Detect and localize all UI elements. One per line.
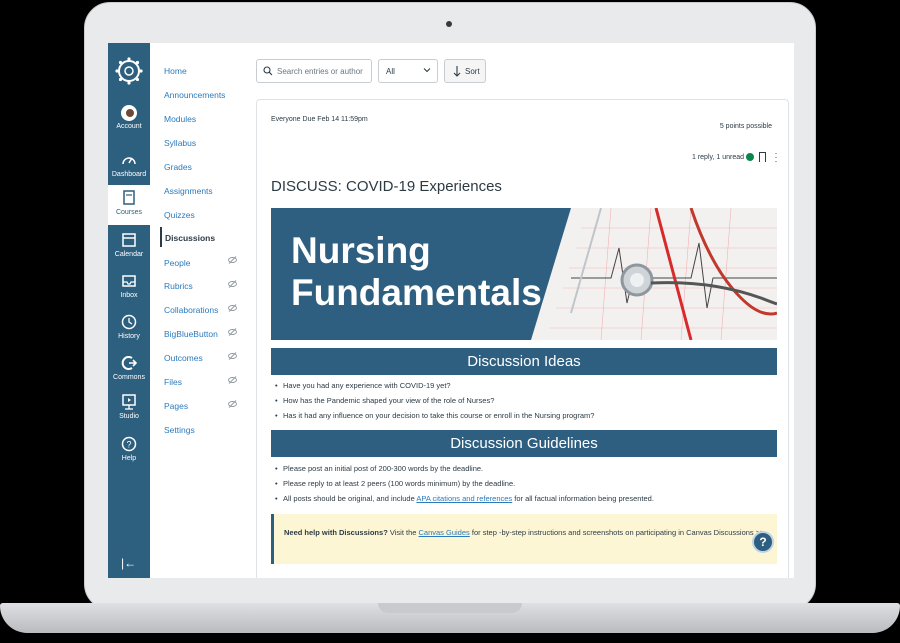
global-nav-dashboard[interactable]: Dashboard xyxy=(108,151,150,178)
avatar xyxy=(121,105,137,121)
hidden-eye-icon xyxy=(228,304,237,312)
discussion-title: DISCUSS: COVID-19 Experiences xyxy=(271,178,502,195)
hidden-eye-icon xyxy=(228,256,237,264)
collapse-nav-icon[interactable]: |← xyxy=(121,556,136,570)
post-meta: Everyone Due Feb 14 11:59pm xyxy=(271,116,368,123)
help-icon: ? xyxy=(121,436,137,452)
list-item: Has it had any influence on your decisio… xyxy=(271,411,594,426)
list-item: Have you had any experience with COVID-1… xyxy=(271,381,594,396)
chevron-down-icon xyxy=(423,68,431,73)
studio-icon xyxy=(122,394,136,410)
list-item: All posts should be original, and includ… xyxy=(271,494,654,509)
hidden-eye-icon xyxy=(228,328,237,336)
canvas-guides-link[interactable]: Canvas Guides xyxy=(419,528,470,537)
inbox-icon xyxy=(122,275,136,287)
global-nav-label: Calendar xyxy=(114,251,144,258)
help-callout: Need help with Discussions? Visit the Ca… xyxy=(271,514,777,564)
discussion-guidelines-list: Please post an initial post of 200-300 w… xyxy=(271,464,654,509)
course-nav-outcomes[interactable]: Outcomes xyxy=(164,353,203,363)
course-nav-modules[interactable]: Modules xyxy=(164,114,196,124)
courses-icon xyxy=(123,190,135,205)
global-nav-label: Account xyxy=(116,123,142,130)
search-icon xyxy=(263,66,273,76)
list-item: How has the Pandemic shaped your view of… xyxy=(271,396,594,411)
hidden-eye-icon xyxy=(228,400,237,408)
svg-text:?: ? xyxy=(126,440,131,450)
course-nav-settings[interactable]: Settings xyxy=(164,425,195,435)
global-nav-courses[interactable]: Courses xyxy=(108,185,150,225)
filter-select[interactable]: All xyxy=(378,59,438,83)
course-nav-quizzes[interactable]: Quizzes xyxy=(164,210,195,220)
global-nav-label: Dashboard xyxy=(111,171,147,178)
help-fab-button[interactable]: ? xyxy=(752,531,774,553)
points-possible: 5 points possible xyxy=(719,123,772,130)
global-nav-label: Studio xyxy=(119,413,139,420)
course-nav-collaborations[interactable]: Collaborations xyxy=(164,305,218,315)
sort-button[interactable]: Sort xyxy=(444,59,486,83)
help-callout-text: for step -by-step instructions and scree… xyxy=(469,528,765,537)
global-nav-account[interactable]: Account xyxy=(108,105,150,130)
course-banner-image: Nursing Fundamentals xyxy=(271,208,777,340)
more-options-icon[interactable]: · · · xyxy=(773,149,779,166)
course-nav-files[interactable]: Files xyxy=(164,377,182,387)
hidden-eye-icon xyxy=(228,280,237,288)
sort-label: Sort xyxy=(465,67,480,76)
list-item: Please reply to at least 2 peers (100 wo… xyxy=(271,479,654,494)
course-nav: Home Announcements Modules Syllabus Grad… xyxy=(150,43,250,578)
course-nav-grades[interactable]: Grades xyxy=(164,162,192,172)
course-nav-pages[interactable]: Pages xyxy=(164,401,188,411)
banner-title: Nursing Fundamentals xyxy=(291,230,542,314)
course-nav-assignments[interactable]: Assignments xyxy=(164,186,213,196)
webcam xyxy=(446,21,452,27)
canvas-logo[interactable] xyxy=(115,57,143,85)
global-nav-label: History xyxy=(118,333,140,340)
reply-status[interactable]: 1 reply, 1 unread xyxy=(692,154,744,161)
global-nav-help[interactable]: ? Help xyxy=(108,435,150,462)
help-callout-heading: Need help with Discussions? xyxy=(284,528,388,537)
search-input[interactable]: Search entries or author xyxy=(256,59,372,83)
discussion-ideas-heading: Discussion Ideas xyxy=(271,348,777,375)
course-nav-people[interactable]: People xyxy=(164,258,190,268)
global-nav-label: Help xyxy=(121,455,137,462)
laptop-notch xyxy=(378,603,522,613)
banner-title-line1: Nursing xyxy=(291,230,431,271)
course-nav-discussions[interactable]: Discussions xyxy=(160,227,215,247)
global-nav-history[interactable]: History xyxy=(108,313,150,340)
global-nav-calendar[interactable]: Calendar xyxy=(108,231,150,258)
course-nav-bigbluebutton[interactable]: BigBlueButton xyxy=(164,329,218,339)
course-nav-rubrics[interactable]: Rubrics xyxy=(164,281,193,291)
discussion-guidelines-heading: Discussion Guidelines xyxy=(271,430,777,457)
global-nav-commons[interactable]: Commons xyxy=(108,354,150,381)
banner-title-line2: Fundamentals xyxy=(291,272,542,313)
arrow-down-icon xyxy=(453,66,461,77)
commons-icon xyxy=(121,356,138,370)
global-nav: Account Dashboard Courses Calendar Inbox… xyxy=(108,43,150,578)
calendar-icon xyxy=(122,233,136,247)
list-item: Please post an initial post of 200-300 w… xyxy=(271,464,654,479)
global-nav-studio[interactable]: Studio xyxy=(108,393,150,420)
apa-citations-link[interactable]: APA citations and references xyxy=(416,494,512,503)
screen: Account Dashboard Courses Calendar Inbox… xyxy=(108,43,794,578)
filter-value: All xyxy=(386,67,395,76)
global-nav-label: Inbox xyxy=(120,292,138,299)
hidden-eye-icon xyxy=(228,376,237,384)
course-nav-home[interactable]: Home xyxy=(164,66,187,76)
read-check-icon xyxy=(746,153,754,161)
dashboard-icon xyxy=(122,157,136,165)
history-icon xyxy=(121,314,137,330)
course-nav-syllabus[interactable]: Syllabus xyxy=(164,138,196,148)
discussion-post: Everyone Due Feb 14 11:59pm 5 points pos… xyxy=(256,99,789,578)
global-nav-inbox[interactable]: Inbox xyxy=(108,272,150,299)
hidden-eye-icon xyxy=(228,352,237,360)
bookmark-icon[interactable] xyxy=(759,152,766,162)
help-callout-text: Visit the xyxy=(387,528,419,537)
discussion-ideas-list: Have you had any experience with COVID-1… xyxy=(271,381,594,426)
search-placeholder: Search entries or author xyxy=(277,67,363,76)
global-nav-label: Courses xyxy=(115,209,143,216)
guideline-text: for all factual information being presen… xyxy=(512,494,654,503)
course-nav-announcements[interactable]: Announcements xyxy=(164,90,225,100)
global-nav-label: Commons xyxy=(113,374,145,381)
guideline-text: All posts should be original, and includ… xyxy=(283,494,417,503)
